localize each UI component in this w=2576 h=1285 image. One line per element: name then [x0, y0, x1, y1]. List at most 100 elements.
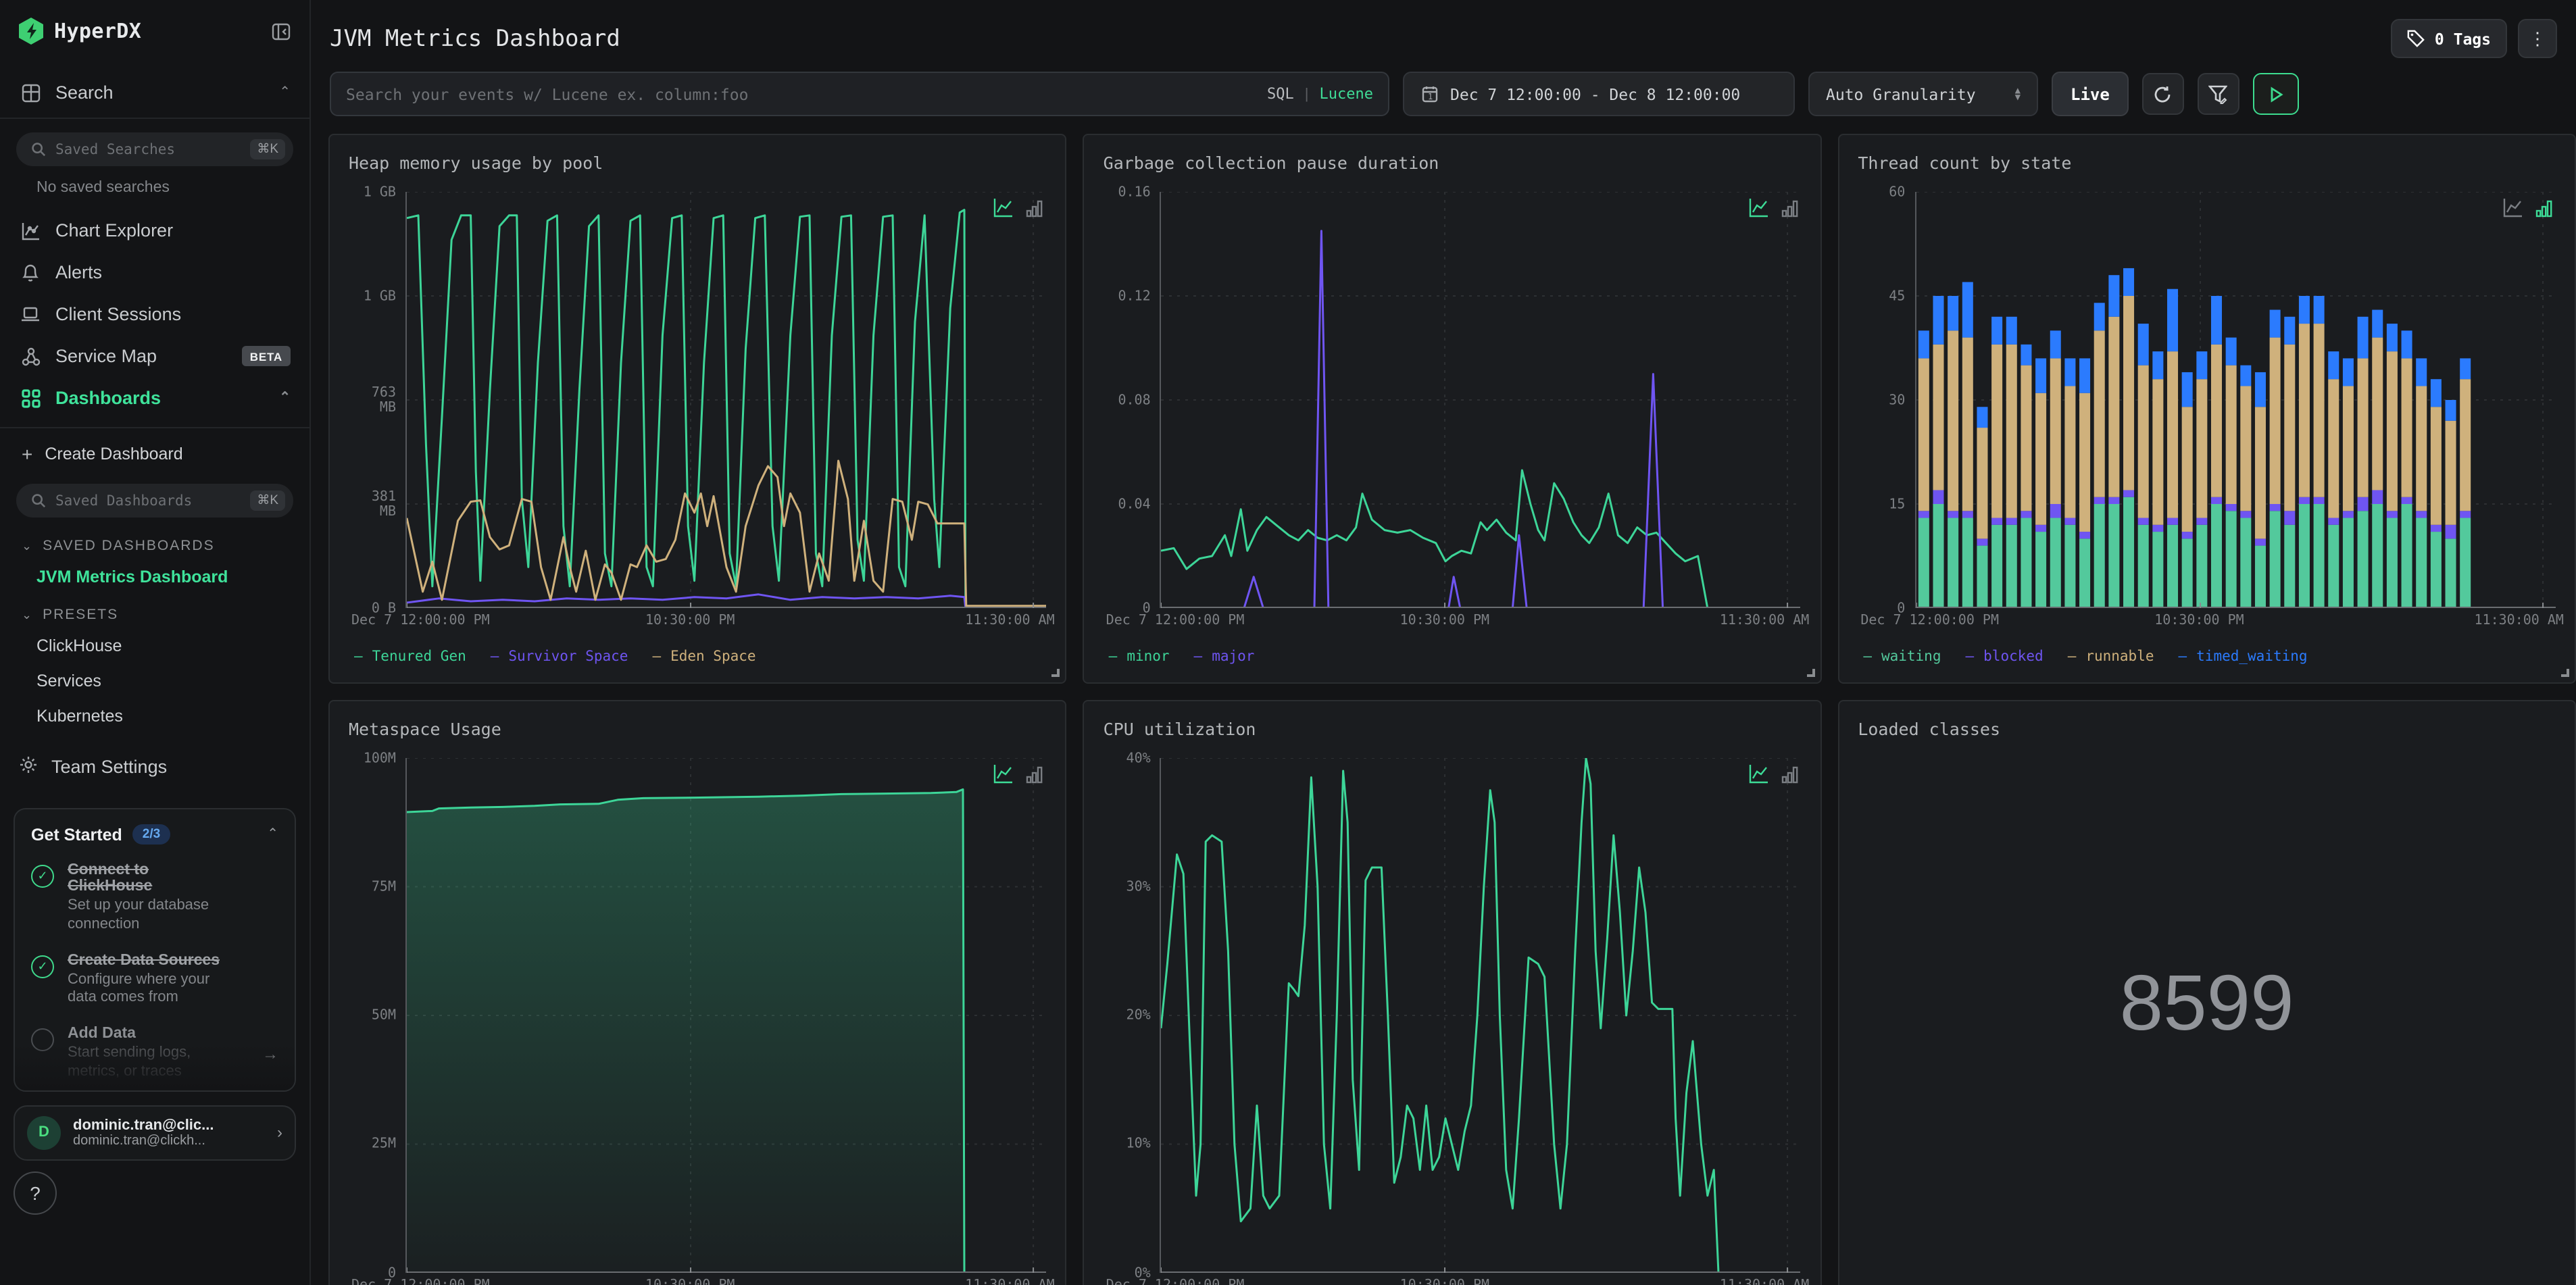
legend-label: major: [1212, 649, 1255, 665]
panel-heap-memory: Heap memory usage by pool 0 B 381 MB 763 M…: [328, 134, 1067, 684]
chart-type-toggle[interactable]: [1748, 197, 1798, 218]
sidebar-item-search[interactable]: Search ⌃: [0, 72, 309, 119]
resize-handle[interactable]: [1806, 669, 1815, 677]
chevron-up-icon[interactable]: ⌃: [279, 390, 291, 405]
line-chart-icon[interactable]: [1748, 763, 1768, 784]
dashboards-grid-icon: [19, 388, 42, 407]
bar-chart-icon[interactable]: [1026, 766, 1044, 784]
live-button[interactable]: Live: [2052, 72, 2129, 116]
chart-type-toggle[interactable]: [1748, 763, 1798, 784]
shortcut-badge: ⌘K: [250, 490, 285, 511]
legend-item[interactable]: — Eden Space: [652, 649, 756, 665]
resize-handle[interactable]: [1051, 669, 1060, 677]
legend-label: minor: [1126, 649, 1170, 665]
legend-item[interactable]: — blocked: [1966, 649, 2044, 665]
get-started-step[interactable]: ✓ Connect to ClickHouse Set up your data…: [31, 862, 278, 934]
tags-button[interactable]: 0 Tags: [2391, 19, 2507, 58]
plus-icon: +: [22, 443, 33, 465]
user-email: dominic.tran@clickh...: [73, 1133, 205, 1148]
chart-plot[interactable]: [405, 192, 1047, 608]
legend-item[interactable]: — Survivor Space: [491, 649, 628, 665]
chart-plot[interactable]: [405, 758, 1047, 1273]
chart-plot[interactable]: [1160, 192, 1802, 608]
filter-button[interactable]: [2197, 73, 2239, 115]
lang-sql-toggle[interactable]: SQL: [1267, 85, 1294, 103]
line-chart-icon[interactable]: [2503, 197, 2523, 218]
sidebar-item-team-settings[interactable]: Team Settings: [0, 734, 309, 800]
shortcut-badge: ⌘K: [250, 139, 285, 159]
saved-searches-input[interactable]: Saved Searches ⌘K: [16, 132, 293, 166]
arrow-right-icon: →: [262, 1044, 278, 1063]
no-saved-searches-text: No saved searches: [36, 180, 170, 196]
legend-item[interactable]: — minor: [1109, 649, 1170, 665]
panel-gc-pause: Garbage collection pause duration 0 0.04 0…: [1083, 134, 1822, 684]
x-axis: Dec 7 12:00:00 PM 10:30:00 PM 11:30:00 AM: [1860, 612, 2564, 634]
y-tick-label: 25M: [371, 1137, 396, 1152]
chart-plot[interactable]: [1914, 192, 2556, 608]
get-started-step[interactable]: Add Data Start sending logs, metrics, or…: [31, 1026, 278, 1082]
legend-item[interactable]: — runnable: [2068, 649, 2154, 665]
dashboard-link-jvm-metrics[interactable]: JVM Metrics Dashboard: [0, 559, 309, 595]
y-tick-label: 0.16: [1118, 184, 1151, 200]
legend-item[interactable]: — major: [1194, 649, 1255, 665]
chevron-up-icon[interactable]: ⌃: [267, 827, 278, 842]
sidebar-item-alerts[interactable]: Alerts: [0, 251, 309, 293]
sidebar-item-label: Search: [55, 82, 114, 103]
line-chart-icon[interactable]: [1748, 197, 1768, 218]
create-dashboard-label: Create Dashboard: [45, 445, 183, 463]
sidebar-item-dashboards[interactable]: Dashboards ⌃: [0, 377, 309, 419]
line-chart-icon[interactable]: [994, 197, 1014, 218]
sidebar-item-service-map[interactable]: Service Map BETA: [0, 335, 309, 377]
date-range-picker[interactable]: 1 Dec 7 12:00:00 - Dec 8 12:00:00: [1403, 72, 1795, 116]
legend-swatch: —: [2067, 649, 2077, 665]
run-query-button[interactable]: [2252, 73, 2299, 115]
preset-link-clickhouse[interactable]: ClickHouse: [0, 628, 309, 663]
preset-link-services[interactable]: Services: [0, 663, 309, 699]
user-menu[interactable]: D dominic.tran@clic... dominic.tran@clic…: [14, 1105, 296, 1160]
bar-chart-icon[interactable]: [2535, 200, 2553, 218]
help-button[interactable]: ?: [14, 1171, 57, 1215]
sidebar-collapse-icon[interactable]: [272, 22, 291, 40]
line-chart-icon[interactable]: [994, 763, 1014, 784]
sidebar-item-label: Service Map: [55, 346, 157, 366]
chevron-right-icon: ›: [277, 1123, 282, 1142]
preset-link-kubernetes[interactable]: Kubernetes: [0, 699, 309, 734]
chart-type-toggle[interactable]: [994, 763, 1044, 784]
get-started-step[interactable]: ✓ Create Data Sources Configure where yo…: [31, 952, 278, 1008]
saved-dashboards-section[interactable]: ⌄ SAVED DASHBOARDS: [0, 526, 309, 559]
chart-title: Garbage collection pause duration: [1103, 153, 1439, 173]
legend-item[interactable]: — waiting: [1863, 649, 1941, 665]
chart-legend: — minor — major: [1109, 639, 1802, 674]
create-dashboard-button[interactable]: + Create Dashboard: [0, 427, 309, 470]
sidebar-item-chart-explorer[interactable]: Chart Explorer: [0, 209, 309, 251]
dashboard-grid: Heap memory usage by pool 0 B 381 MB 763 M…: [311, 116, 2576, 1285]
check-circle-icon: ✓: [31, 955, 54, 978]
granularity-select[interactable]: Auto Granularity ▲ ▼: [1808, 72, 2038, 116]
presets-section[interactable]: ⌄ PRESETS: [0, 595, 309, 628]
chart-plot[interactable]: [1160, 758, 1802, 1273]
sidebar-item-client-sessions[interactable]: Client Sessions: [0, 293, 309, 335]
x-tick-label: Dec 7 12:00:00 PM: [351, 1278, 490, 1285]
chevron-down-icon: ⌄: [22, 538, 34, 552]
bar-chart-icon[interactable]: [1781, 200, 1798, 218]
bar-chart-icon[interactable]: [1026, 200, 1044, 218]
chart-type-toggle[interactable]: [994, 197, 1044, 218]
legend-item[interactable]: — Tenured Gen: [354, 649, 466, 665]
saved-dashboards-input[interactable]: Saved Dashboards ⌘K: [16, 484, 293, 518]
y-tick-label: 1 GB: [363, 184, 396, 200]
y-tick-label: 45: [1889, 288, 1906, 304]
section-label: SAVED DASHBOARDS: [43, 538, 215, 554]
x-tick-label: Dec 7 12:00:00 PM: [1106, 613, 1245, 628]
legend-item[interactable]: — timed_waiting: [2179, 649, 2308, 665]
kebab-menu-button[interactable]: ⋮: [2518, 19, 2557, 58]
lang-lucene-toggle[interactable]: Lucene: [1320, 85, 1374, 103]
bar-chart-icon[interactable]: [1781, 766, 1798, 784]
refresh-button[interactable]: [2141, 73, 2184, 115]
chevron-up-icon[interactable]: ⌃: [279, 85, 291, 100]
resize-handle[interactable]: [2560, 669, 2569, 677]
event-search-input[interactable]: Search your events w/ Lucene ex. column:…: [330, 72, 1389, 116]
step-title: Create Data Sources: [68, 952, 220, 968]
chart-type-toggle[interactable]: [2503, 197, 2553, 218]
granularity-value: Auto Granularity: [1826, 84, 1976, 103]
legend-swatch: —: [2178, 649, 2187, 665]
